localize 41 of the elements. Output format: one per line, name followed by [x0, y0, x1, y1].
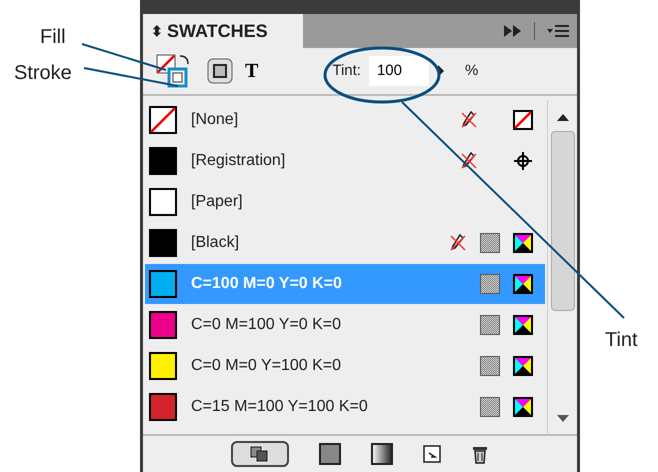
- percent-label: %: [464, 60, 478, 81]
- swatch-name: [Black]: [191, 233, 240, 253]
- checker-icon: [480, 356, 500, 376]
- show-groups-button[interactable]: [231, 441, 289, 467]
- gradient-icon[interactable]: [371, 443, 393, 465]
- scrollbar[interactable]: [547, 100, 577, 434]
- panel-title: SWATCHES: [167, 20, 268, 42]
- scroll-down-icon[interactable]: [556, 415, 568, 422]
- scroll-thumb[interactable]: [550, 131, 574, 311]
- checker-icon: [480, 397, 500, 417]
- cmyk-icon: [513, 356, 533, 376]
- cmyk-icon: [513, 274, 533, 294]
- callout-label: Tint: [605, 328, 638, 353]
- scroll-up-icon[interactable]: [556, 114, 568, 121]
- swatch-name: C=15 M=100 Y=100 K=0: [191, 397, 369, 417]
- cmyk-icon: [513, 315, 533, 335]
- swatch-name: C=0 M=0 Y=100 K=0: [191, 356, 342, 376]
- swatch-name: C=100 M=0 Y=0 K=0: [191, 274, 343, 294]
- registration-icon: [513, 151, 533, 171]
- toggle-glyph[interactable]: ⬍: [151, 20, 163, 42]
- swatch-name: [Paper]: [191, 192, 244, 212]
- solid-swatch-icon[interactable]: [319, 443, 341, 465]
- menu-icon[interactable]: [547, 24, 569, 38]
- cmyk-icon: [513, 397, 533, 417]
- checker-icon: [480, 274, 500, 294]
- none-swatch-icon: [513, 110, 533, 130]
- cmyk-icon: [513, 233, 533, 253]
- tint-field[interactable]: 100: [368, 56, 429, 86]
- callout-label: Stroke: [14, 61, 72, 86]
- swatch-name: C=0 M=100 Y=0 K=0: [191, 315, 342, 335]
- new-swatch-icon[interactable]: [423, 445, 441, 463]
- panel-tab[interactable]: ⬍ SWATCHES: [143, 14, 303, 48]
- tint-label: Tint:: [332, 60, 361, 81]
- callout-label: Fill: [40, 25, 66, 50]
- collapse-icon[interactable]: [504, 25, 522, 37]
- checker-icon: [480, 315, 500, 335]
- checker-icon: [480, 233, 500, 253]
- swatch-name: [None]: [191, 110, 240, 130]
- text-button[interactable]: T: [245, 56, 258, 86]
- container-icon[interactable]: [207, 58, 233, 84]
- swatch-name: [Registration]: [191, 151, 286, 171]
